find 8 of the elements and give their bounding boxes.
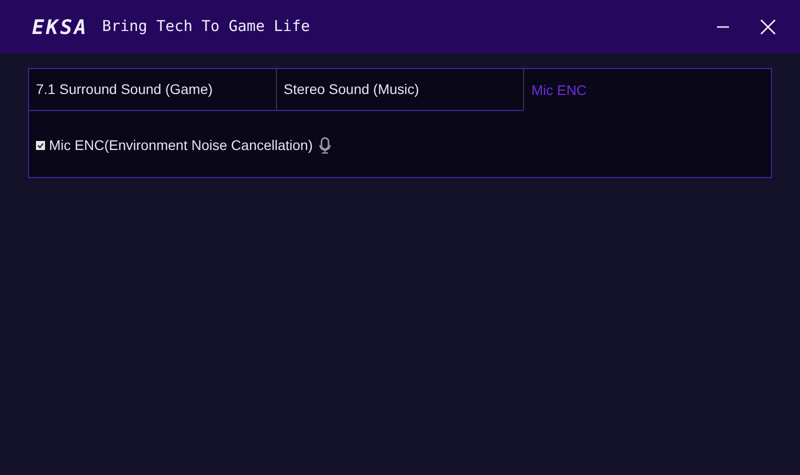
option-label: Mic ENC(Environment Noise Cancellation): [49, 136, 313, 155]
tagline: Bring Tech To Game Life: [102, 16, 310, 38]
tab[interactable]: 7.1 Surround Sound (Game): [29, 69, 277, 111]
logo: EKSA: [32, 14, 88, 40]
tab[interactable]: Stereo Sound (Music): [276, 69, 524, 111]
close-icon[interactable]: [760, 18, 776, 34]
checkbox[interactable]: [36, 141, 45, 150]
microphone-icon: [318, 137, 331, 154]
